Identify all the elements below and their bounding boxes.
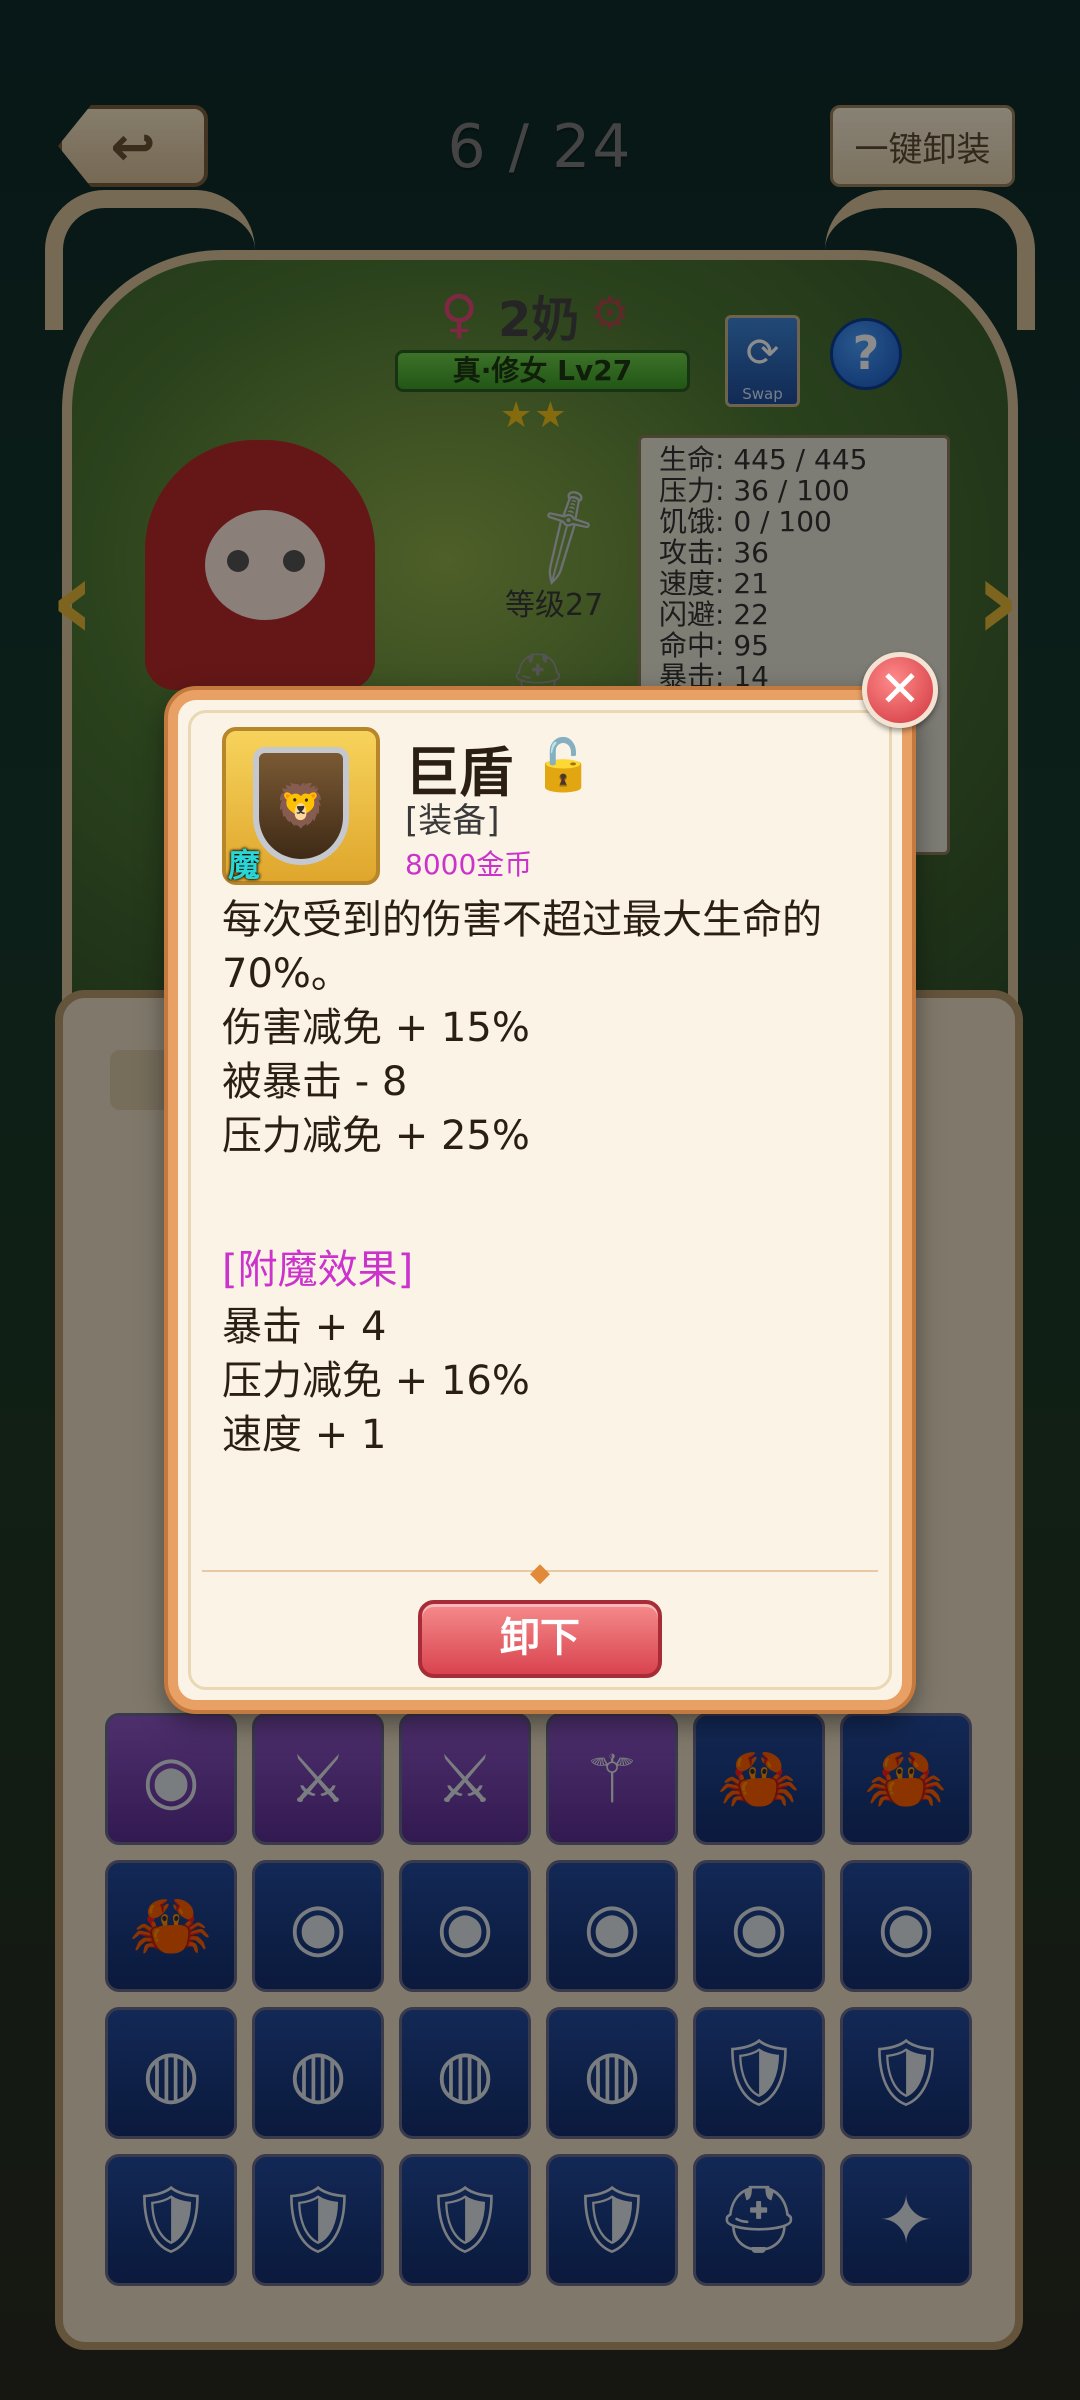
- diamond-icon: ◆: [530, 1558, 550, 1588]
- enchant-effect: 暴击 + 4: [222, 1304, 387, 1350]
- enchant-effect: 压力减免 + 16%: [222, 1358, 530, 1404]
- shield-icon: 🦁: [253, 747, 349, 865]
- description-line: 压力减免 + 25%: [222, 1113, 530, 1159]
- item-type: [装备]: [405, 801, 500, 841]
- enchant-title: [附魔效果]: [222, 1247, 414, 1293]
- description-line: 每次受到的伤害不超过最大生命的70%。: [222, 897, 822, 997]
- item-price: 8000金币: [405, 848, 533, 881]
- description-line: 被暴击 - 8: [222, 1059, 408, 1105]
- enchant-effect: 速度 + 1: [222, 1412, 387, 1458]
- item-description: 每次受到的伤害不超过最大生命的70%。 伤害减免 + 15% 被暴击 - 8 压…: [222, 893, 872, 1163]
- unlock-icon[interactable]: 🔓: [532, 735, 602, 795]
- enchant-badge: 魔: [228, 846, 261, 884]
- unequip-button[interactable]: 卸下: [418, 1600, 662, 1678]
- description-line: 伤害减免 + 15%: [222, 1005, 530, 1051]
- close-icon[interactable]: ✕: [862, 652, 938, 728]
- enchant-effects: 暴击 + 4 压力减免 + 16% 速度 + 1: [222, 1300, 530, 1462]
